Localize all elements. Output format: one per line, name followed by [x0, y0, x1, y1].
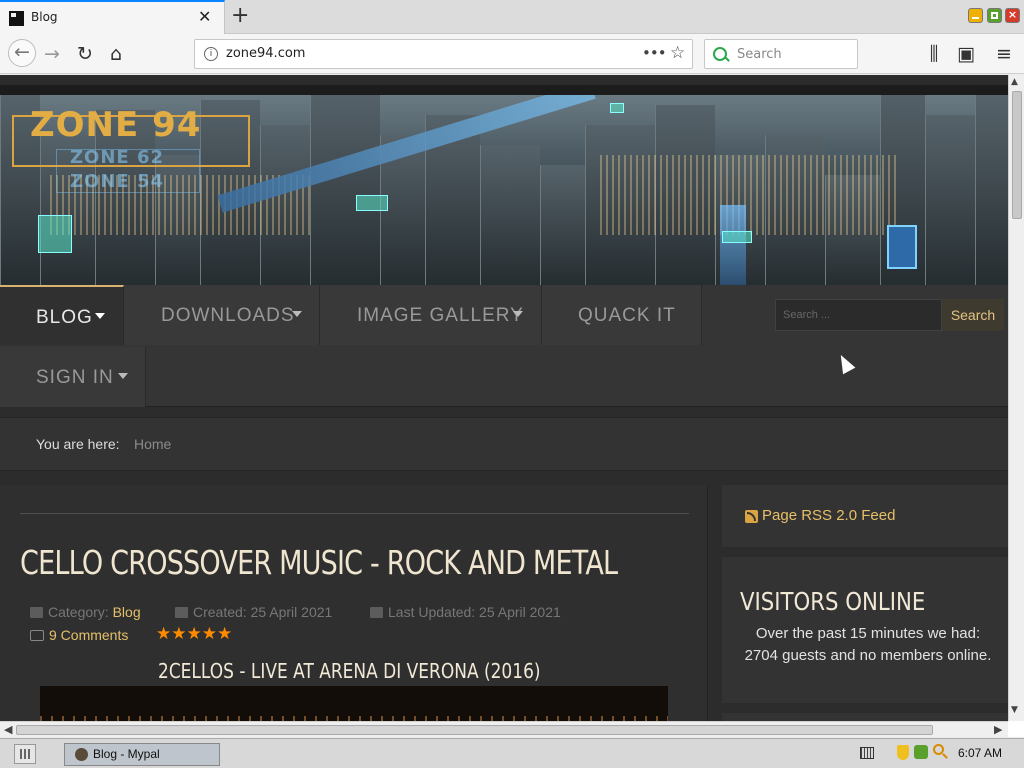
folder-icon [30, 607, 43, 618]
article-title[interactable]: CELLO CROSSOVER MUSIC - ROCK AND METAL [20, 543, 618, 582]
scroll-right-icon[interactable]: ▶ [994, 723, 1002, 736]
keyboard-icon[interactable] [860, 747, 874, 759]
scroll-down-icon[interactable]: ▼ [1011, 705, 1018, 715]
close-window-icon[interactable]: × [1005, 8, 1020, 23]
nav-item-image-gallery[interactable]: IMAGE GALLERY [320, 285, 542, 345]
close-tab-icon[interactable]: ✕ [198, 7, 211, 27]
chevron-down-icon [95, 313, 105, 319]
browser-app-icon [75, 748, 88, 761]
calendar-icon [175, 607, 188, 618]
nav-item-quack-it[interactable]: QUACK IT [542, 285, 702, 345]
video-title: 2CELLOS - LIVE AT ARENA DI VERONA (2016) [158, 659, 541, 683]
category-link[interactable]: Blog [113, 604, 141, 620]
nav-item-label: SIGN IN [36, 367, 114, 388]
taskbar-window-button[interactable]: Blog - Mypal [64, 743, 220, 766]
nav-item-label: DOWNLOADS [161, 305, 295, 326]
maximize-window-icon[interactable] [987, 8, 1002, 23]
new-tab-icon[interactable]: + [231, 2, 249, 30]
scroll-up-icon[interactable]: ▲ [1011, 77, 1018, 87]
reload-icon[interactable]: ↻ [73, 42, 97, 66]
divider [20, 513, 689, 514]
comments-link[interactable]: 9 Comments [30, 627, 128, 643]
nav-item-label: IMAGE GALLERY [357, 305, 524, 326]
nav-item-label: QUACK IT [578, 305, 676, 326]
back-icon[interactable]: ← [8, 39, 36, 67]
article-updated: Last Updated: 25 April 2021 [370, 604, 561, 620]
video-player[interactable] [40, 686, 668, 721]
comment-icon [30, 630, 44, 641]
home-icon[interactable]: ⌂ [104, 42, 128, 66]
browser-toolbar: ← → ↻ ⌂ i zone94.com ••• ☆ Search ⫼ ▣ ≡ [0, 34, 1024, 74]
sidebar-module [722, 713, 1008, 721]
rss-feed-link[interactable]: Page RSS 2.0 Feed [762, 507, 895, 524]
system-clock[interactable]: 6:07 AM [958, 746, 1002, 760]
url-text[interactable]: zone94.com [226, 46, 305, 61]
site-favicon-icon [9, 11, 24, 26]
rss-module: Page RSS 2.0 Feed [722, 485, 1008, 547]
search-engine-icon [713, 47, 727, 61]
bookmark-star-icon[interactable]: ☆ [670, 43, 685, 63]
site-info-icon[interactable]: i [204, 47, 218, 61]
vertical-scroll-thumb[interactable] [1012, 91, 1022, 219]
chevron-down-icon [513, 311, 523, 317]
hamburger-menu-icon[interactable]: ≡ [992, 42, 1016, 66]
browser-search-bar[interactable]: Search [704, 39, 858, 69]
banner-screen [887, 225, 917, 269]
tab-bar: Blog ✕ + × [0, 0, 1024, 34]
site-logo[interactable]: ZONE 94 [30, 105, 201, 145]
nav-item-label: BLOG [36, 307, 93, 328]
forward-icon[interactable]: → [40, 42, 64, 66]
page-viewport: ZONE 94 ZONE 62 ZONE 54 BLOG DOWNLOADS I… [0, 75, 1008, 721]
visitors-text: Over the past 15 minutes we had: 2704 gu… [744, 625, 992, 664]
visitors-module: VISITORS ONLINE Over the past 15 minutes… [722, 557, 1008, 703]
taskbar-window-label: Blog - Mypal [93, 747, 160, 761]
horizontal-scrollbar[interactable]: ◀ ▶ [0, 721, 1008, 737]
site-search-button[interactable]: Search [942, 299, 1004, 331]
breadcrumb-prefix: You are here: [36, 436, 120, 452]
rating-stars[interactable]: ★★★★★ [156, 624, 232, 644]
nav-item-downloads[interactable]: DOWNLOADS [124, 285, 320, 345]
tab-title: Blog [31, 10, 58, 24]
calendar-icon [370, 607, 383, 618]
taskbar: Blog - Mypal 6:07 AM [0, 738, 1024, 768]
nav-item-sign-in[interactable]: SIGN IN [0, 347, 146, 407]
horizontal-scroll-thumb[interactable] [16, 725, 933, 735]
logo-sub-line-1: ZONE 62 [70, 147, 165, 168]
library-icon[interactable]: ⫼ [922, 42, 946, 66]
site-search-input[interactable]: Search ... [775, 299, 942, 331]
url-bar[interactable]: i zone94.com ••• ☆ [194, 39, 693, 69]
browser-search-placeholder[interactable]: Search [737, 47, 782, 62]
start-menu-icon[interactable] [14, 744, 36, 764]
scroll-left-icon[interactable]: ◀ [4, 723, 12, 736]
breadcrumb: You are here: Home [0, 417, 1008, 471]
sidebar-toggle-icon[interactable]: ▣ [954, 42, 978, 66]
nav-item-blog[interactable]: BLOG [0, 285, 124, 345]
visitors-title: VISITORS ONLINE [740, 587, 926, 616]
article: CELLO CROSSOVER MUSIC - ROCK AND METAL C… [0, 485, 708, 721]
article-created: Created: 25 April 2021 [175, 604, 332, 620]
breadcrumb-home: Home [134, 436, 172, 452]
chevron-down-icon [118, 373, 128, 379]
minimize-window-icon[interactable] [968, 8, 983, 23]
article-category: Category: Blog [30, 604, 141, 620]
network-icon[interactable] [914, 745, 928, 759]
vertical-scrollbar[interactable]: ▲ ▼ [1008, 75, 1024, 721]
logo-sub-line-2: ZONE 54 [70, 171, 165, 192]
chevron-down-icon [292, 311, 302, 317]
comments-count: 9 Comments [49, 627, 129, 643]
site-banner[interactable]: ZONE 94 ZONE 62 ZONE 54 [0, 85, 1008, 285]
site-navigation: BLOG DOWNLOADS IMAGE GALLERY QUACK IT SI… [0, 285, 1008, 407]
rss-icon [745, 510, 758, 523]
screen: Blog ✕ + × ← → ↻ ⌂ i zone94.com ••• ☆ Se… [0, 0, 1024, 768]
search-icon[interactable] [933, 744, 944, 755]
security-shield-icon[interactable] [897, 745, 909, 760]
browser-tab[interactable]: Blog ✕ [0, 0, 225, 34]
page-actions-icon[interactable]: ••• [642, 44, 667, 62]
